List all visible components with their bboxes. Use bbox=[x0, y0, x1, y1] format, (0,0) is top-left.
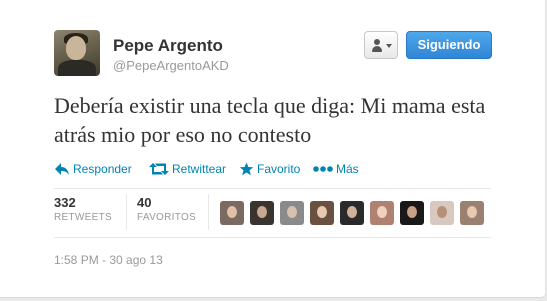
person-icon-body bbox=[372, 46, 382, 52]
display-name[interactable]: Pepe Argento bbox=[113, 36, 223, 56]
user-avatar[interactable] bbox=[54, 30, 100, 76]
favoriter-face bbox=[317, 206, 327, 218]
screen-name[interactable]: @PepeArgentoAKD bbox=[113, 58, 229, 73]
favorites-label: FAVORITOS bbox=[137, 212, 197, 223]
stats-separator bbox=[208, 194, 209, 230]
caret-down-icon bbox=[386, 44, 392, 48]
favoriter-face bbox=[467, 206, 477, 218]
favoriter-face bbox=[377, 206, 387, 218]
favoriter-avatar[interactable] bbox=[430, 201, 454, 225]
person-icon bbox=[374, 39, 380, 45]
favoriter-face bbox=[347, 206, 357, 218]
favoriter-face bbox=[407, 206, 417, 218]
retweets-count: 332 bbox=[54, 195, 76, 210]
favorites-stat[interactable]: 40 FAVORITOS bbox=[137, 195, 196, 225]
tweet-card: Pepe Argento @PepeArgentoAKD Siguiendo D… bbox=[0, 0, 546, 298]
reply-label: Responder bbox=[73, 162, 132, 176]
stats-top-divider bbox=[54, 188, 491, 189]
favoriter-face bbox=[437, 206, 447, 218]
user-actions-button[interactable] bbox=[364, 31, 398, 59]
favoriter-face bbox=[227, 206, 237, 218]
favoriter-avatar[interactable] bbox=[280, 201, 304, 225]
favoriter-avatar[interactable] bbox=[460, 201, 484, 225]
retweet-icon bbox=[149, 163, 169, 175]
favoriter-avatar[interactable] bbox=[220, 201, 244, 225]
following-button[interactable]: Siguiendo bbox=[406, 31, 492, 59]
favoriter-avatar[interactable] bbox=[370, 201, 394, 225]
favorite-label: Favorito bbox=[257, 162, 301, 176]
tweet-timestamp[interactable]: 1:58 PM - 30 ago 13 bbox=[54, 253, 163, 267]
favoriter-avatar[interactable] bbox=[250, 201, 274, 225]
favoriter-avatar[interactable] bbox=[340, 201, 364, 225]
more-action[interactable]: Más bbox=[313, 160, 359, 178]
favoriter-face bbox=[287, 206, 297, 218]
tweet-text: Debería existir una tecla que diga: Mi m… bbox=[54, 93, 486, 147]
favoriter-face bbox=[257, 206, 267, 218]
favorite-action[interactable]: Favorito bbox=[239, 160, 300, 178]
reply-arrow-icon bbox=[55, 163, 69, 175]
stats-separator bbox=[126, 194, 127, 230]
more-label: Más bbox=[336, 162, 359, 176]
avatar-face bbox=[66, 36, 86, 60]
retweets-label: RETWEETS bbox=[54, 212, 112, 223]
star-icon bbox=[239, 162, 254, 176]
avatar-body bbox=[58, 60, 96, 76]
more-dots-icon bbox=[313, 166, 333, 172]
favoriter-avatar[interactable] bbox=[310, 201, 334, 225]
retweet-action[interactable]: Retwittear bbox=[149, 160, 226, 178]
favoriter-avatar[interactable] bbox=[400, 201, 424, 225]
favorites-count: 40 bbox=[137, 195, 152, 210]
reply-action[interactable]: Responder bbox=[54, 160, 132, 178]
retweet-label: Retwittear bbox=[172, 162, 227, 176]
retweets-stat[interactable]: 332 RETWEETS bbox=[54, 195, 112, 225]
stats-bottom-divider bbox=[54, 237, 491, 238]
